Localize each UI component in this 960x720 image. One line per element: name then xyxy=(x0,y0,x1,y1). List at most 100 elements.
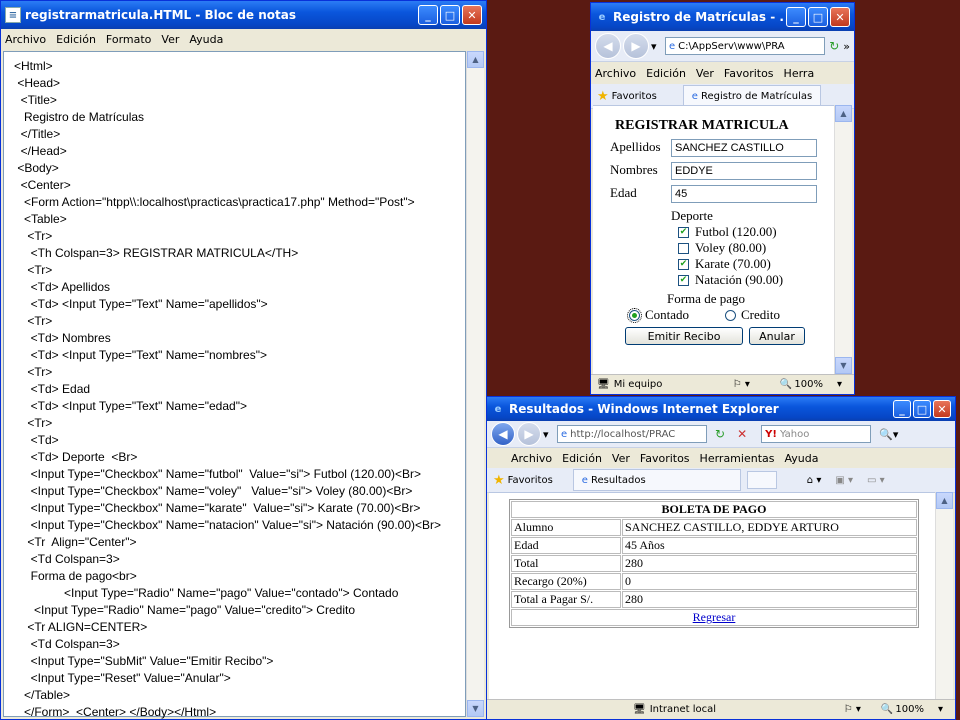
emitir-recibo-button[interactable]: Emitir Recibo xyxy=(625,327,743,345)
maximize-button[interactable]: □ xyxy=(440,5,460,25)
menu-archivo[interactable]: Archivo xyxy=(511,452,552,465)
menu-ver[interactable]: Ver xyxy=(612,452,630,465)
voley-checkbox[interactable] xyxy=(678,243,689,254)
back-button[interactable]: ◀ xyxy=(491,422,515,446)
link-cell: Regresar xyxy=(511,609,917,626)
favorites-button[interactable]: Favoritos xyxy=(508,475,553,486)
ie-form-statusbar: 🖥 Mi equipo ⚐ ▾ 🔍 100% ▾ xyxy=(591,374,854,394)
close-button[interactable]: ✕ xyxy=(462,5,482,25)
menu-ayuda[interactable]: Ayuda xyxy=(784,452,818,465)
contado-radio[interactable] xyxy=(627,308,642,323)
tab-label: Resultados xyxy=(590,474,646,486)
home-icon[interactable]: ⌂ ▾ xyxy=(807,475,822,486)
code-line: <Form Action="htpp\\:localhost\practicas… xyxy=(14,195,415,209)
zoom-level[interactable]: 100% xyxy=(794,379,823,390)
zoom-dropdown-icon[interactable]: ▾ xyxy=(938,704,943,715)
edad-input[interactable]: 45 xyxy=(671,185,817,203)
zoom-level[interactable]: 100% xyxy=(895,704,924,715)
refresh-icon[interactable]: ↻ xyxy=(715,427,725,441)
forward-button[interactable]: ▶ xyxy=(517,422,541,446)
nombres-input[interactable]: EDDYE xyxy=(671,162,817,180)
security-icon[interactable]: ⚐ ▾ xyxy=(733,379,750,390)
notepad-titlebar[interactable]: ≡ registrarmatricula.HTML - Bloc de nota… xyxy=(1,1,486,29)
receipt-header-row: BOLETA DE PAGO xyxy=(511,501,917,518)
minimize-button[interactable]: _ xyxy=(786,7,806,27)
natacion-checkbox[interactable]: ✔ xyxy=(678,275,689,286)
table-row: Total 280 xyxy=(511,555,917,572)
ie-form-scrollbar[interactable]: ▲ ▼ xyxy=(834,105,852,374)
ie-result-scrollbar[interactable]: ▲ xyxy=(935,492,953,699)
menu-herramientas[interactable]: Herra xyxy=(784,67,815,80)
code-line: <Td Colspan=3> xyxy=(14,552,120,566)
feeds-icon[interactable]: ▣ ▾ xyxy=(835,475,853,486)
tab-registro[interactable]: e Registro de Matrículas xyxy=(682,85,822,107)
code-line: <Tr> xyxy=(14,229,53,243)
page-icon: e xyxy=(561,428,568,440)
scroll-down-button[interactable]: ▼ xyxy=(835,357,852,374)
notepad-scrollbar[interactable]: ▲ ▼ xyxy=(466,51,484,717)
favorites-button[interactable]: Favoritos xyxy=(612,91,657,102)
search-input[interactable]: Y! Yahoo xyxy=(761,425,872,443)
code-line: <Body> xyxy=(14,161,59,175)
scroll-up-button[interactable]: ▲ xyxy=(467,51,484,68)
menu-archivo[interactable]: Archivo xyxy=(595,67,636,80)
scroll-up-button[interactable]: ▲ xyxy=(835,105,852,122)
row-label: Total xyxy=(511,555,621,572)
scroll-down-button[interactable]: ▼ xyxy=(467,700,484,717)
menu-favoritos[interactable]: Favoritos xyxy=(640,452,690,465)
receipt-header: BOLETA DE PAGO xyxy=(511,501,917,518)
ie-result-navbar: ◀ ▶ ▾ e http://localhost/PRAC ↻ ✕ Y! Yah… xyxy=(487,421,955,448)
futbol-checkbox[interactable]: ✔ xyxy=(678,227,689,238)
refresh-icon[interactable]: ↻ xyxy=(829,39,839,53)
close-button[interactable]: ✕ xyxy=(830,7,850,27)
dropdown-icon[interactable]: ▾ xyxy=(651,40,665,53)
menu-edicion[interactable]: Edición xyxy=(646,67,686,80)
menu-ver[interactable]: Ver xyxy=(161,33,179,46)
karate-checkbox[interactable]: ✔ xyxy=(678,259,689,270)
anular-button[interactable]: Anular xyxy=(749,327,805,345)
menu-archivo[interactable]: Archivo xyxy=(5,33,46,46)
chevron-icon[interactable]: » xyxy=(843,40,850,53)
scroll-up-button[interactable]: ▲ xyxy=(936,492,953,509)
address-bar[interactable]: e C:\AppServ\www\PRA xyxy=(665,37,826,55)
menu-ayuda[interactable]: Ayuda xyxy=(189,33,223,46)
code-line: <Td> <Input Type="Text" Name="nombres"> xyxy=(14,348,267,362)
menu-ver[interactable]: Ver xyxy=(696,67,714,80)
print-icon[interactable]: ▭ ▾ xyxy=(867,475,885,486)
tab-resultados[interactable]: e Resultados xyxy=(572,469,741,491)
notepad-menubar: Archivo Edición Formato Ver Ayuda xyxy=(1,29,486,49)
code-line: <Input Type="Radio" Name="pago" Value="c… xyxy=(14,586,399,600)
apellidos-input[interactable]: SANCHEZ CASTILLO xyxy=(671,139,817,157)
credito-radio[interactable] xyxy=(725,310,736,321)
search-icon[interactable]: 🔍▾ xyxy=(879,428,898,441)
code-line: <Td Colspan=3> xyxy=(14,637,120,651)
notepad-text-area[interactable]: <Html> <Head> <Title> Registro de Matríc… xyxy=(3,51,466,719)
menu-herramientas[interactable]: Herramientas xyxy=(700,452,775,465)
menu-edicion[interactable]: Edición xyxy=(56,33,96,46)
new-tab-button[interactable] xyxy=(746,471,777,489)
minimize-button[interactable]: _ xyxy=(418,5,438,25)
code-line: <Tr> xyxy=(14,416,53,430)
maximize-button[interactable]: □ xyxy=(913,400,931,418)
maximize-button[interactable]: □ xyxy=(808,7,828,27)
stop-icon[interactable]: ✕ xyxy=(737,427,747,441)
forma-pago-label: Forma de pago xyxy=(667,291,745,306)
forward-arrow-icon: ▶ xyxy=(631,39,641,53)
security-icon[interactable]: ⚐ ▾ xyxy=(844,704,861,715)
menu-favoritos[interactable]: Favoritos xyxy=(724,67,774,80)
close-button[interactable]: ✕ xyxy=(933,400,951,418)
notepad-window: ≡ registrarmatricula.HTML - Bloc de nota… xyxy=(0,0,487,720)
menu-formato[interactable]: Formato xyxy=(106,33,152,46)
menu-edicion[interactable]: Edición xyxy=(562,452,602,465)
row-value: 0 xyxy=(622,573,917,590)
dropdown-icon[interactable]: ▾ xyxy=(543,428,557,441)
ie-form-titlebar[interactable]: e Registro de Matrículas - ... _ □ ✕ xyxy=(591,3,854,31)
address-bar[interactable]: e http://localhost/PRAC xyxy=(557,425,707,443)
forward-button[interactable]: ▶ xyxy=(623,33,649,59)
regresar-link[interactable]: Regresar xyxy=(693,610,736,624)
minimize-button[interactable]: _ xyxy=(893,400,911,418)
zoom-dropdown-icon[interactable]: ▾ xyxy=(837,379,842,390)
ie-result-titlebar[interactable]: e Resultados - Windows Internet Explorer… xyxy=(487,397,955,421)
code-line: </Form> <Center> </Body></Html> xyxy=(14,705,217,719)
back-button[interactable]: ◀ xyxy=(595,33,621,59)
